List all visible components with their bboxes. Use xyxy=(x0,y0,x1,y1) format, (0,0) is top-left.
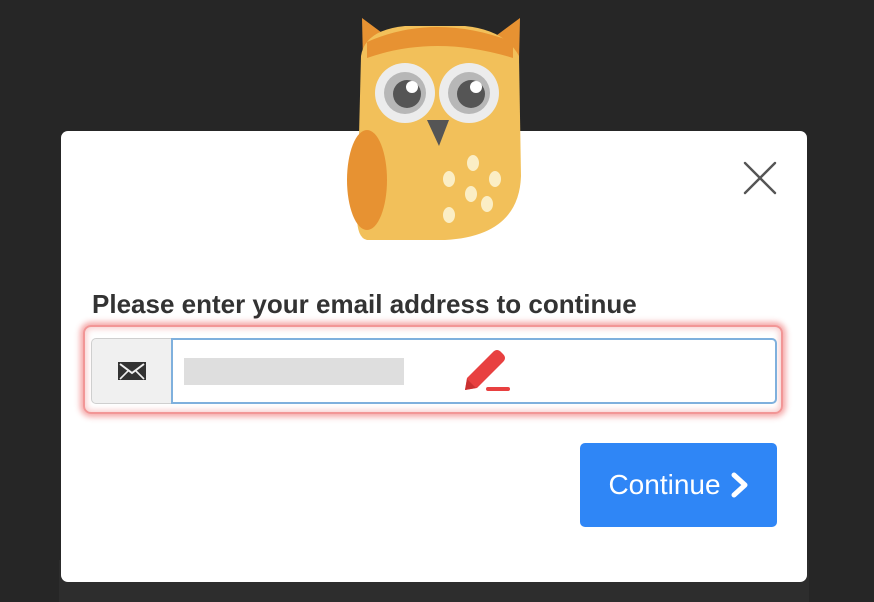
close-icon xyxy=(743,161,777,195)
email-addon xyxy=(91,338,171,404)
redacted-email-text xyxy=(184,358,404,385)
close-button[interactable] xyxy=(742,160,778,196)
screen: Please enter your email address to conti… xyxy=(0,0,874,602)
continue-label: Continue xyxy=(608,469,721,500)
envelope-icon xyxy=(117,362,146,380)
dialog-prompt: Please enter your email address to conti… xyxy=(92,289,637,319)
continue-button[interactable]: Continue xyxy=(580,443,777,527)
chevron-right-icon xyxy=(731,472,749,498)
pencil-icon xyxy=(460,348,512,394)
owl-mascot xyxy=(345,16,523,242)
